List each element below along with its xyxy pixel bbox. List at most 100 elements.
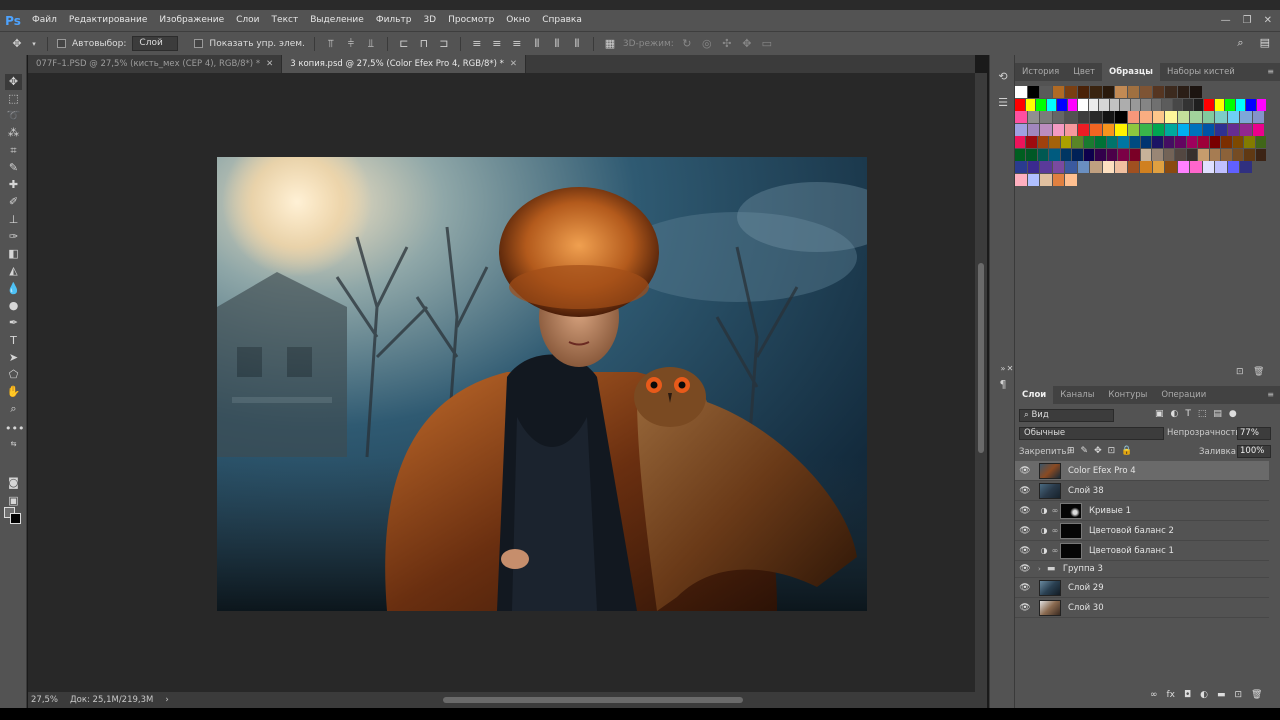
show-controls-checkbox[interactable] bbox=[194, 39, 204, 48]
filter-shape-icon[interactable]: ⬚ bbox=[1198, 409, 1207, 419]
move-tool-icon[interactable]: ✥ bbox=[10, 37, 24, 50]
add-mask-icon[interactable]: ◘ bbox=[1184, 690, 1191, 700]
color-swatch[interactable] bbox=[1027, 86, 1040, 98]
color-swatch[interactable] bbox=[1102, 161, 1115, 173]
new-group-icon[interactable]: ▬ bbox=[1217, 690, 1226, 700]
color-swatch[interactable] bbox=[1244, 136, 1256, 148]
color-swatch[interactable] bbox=[1027, 173, 1040, 186]
color-swatch[interactable] bbox=[1215, 111, 1228, 123]
color-swatch[interactable] bbox=[1177, 111, 1190, 123]
lock-artboard-icon[interactable]: ⊡ bbox=[1108, 446, 1116, 456]
autoselect-checkbox[interactable] bbox=[57, 39, 66, 48]
color-swatch[interactable] bbox=[1152, 161, 1165, 173]
color-swatch[interactable] bbox=[1090, 123, 1103, 136]
minimize-icon[interactable]: — bbox=[1221, 15, 1231, 26]
color-swatch[interactable] bbox=[1246, 98, 1257, 111]
color-swatch[interactable] bbox=[1015, 123, 1028, 136]
link-layers-icon[interactable]: ∞ bbox=[1150, 690, 1158, 700]
menu-3d[interactable]: 3D bbox=[417, 10, 442, 31]
color-swatch[interactable] bbox=[1052, 161, 1065, 173]
color-swatch[interactable] bbox=[1088, 98, 1099, 111]
color-swatch[interactable] bbox=[1127, 123, 1140, 136]
quick-mask-icon[interactable]: ◙ bbox=[5, 475, 22, 491]
auto-align-icon[interactable]: ▦ bbox=[603, 37, 617, 50]
close-icon[interactable]: ✕ bbox=[266, 59, 273, 69]
align-top-icon[interactable]: ⫪ bbox=[324, 37, 338, 51]
chevron-right-icon[interactable]: › bbox=[165, 695, 168, 705]
zoom-tool-icon[interactable]: ⌕ bbox=[5, 401, 22, 417]
tab-history[interactable]: История bbox=[1015, 63, 1066, 81]
paragraph-panel-icon[interactable]: ¶ bbox=[995, 377, 1011, 393]
distribute-left-icon[interactable]: ⦀ bbox=[530, 37, 544, 51]
color-swatch[interactable] bbox=[1186, 148, 1199, 161]
color-swatch[interactable] bbox=[1152, 136, 1164, 148]
color-swatch[interactable] bbox=[1162, 98, 1173, 111]
color-swatch[interactable] bbox=[1077, 161, 1090, 173]
color-swatch[interactable] bbox=[1190, 86, 1203, 98]
eye-icon[interactable]: 👁 bbox=[1015, 583, 1035, 593]
color-swatch[interactable] bbox=[1177, 123, 1190, 136]
color-swatch[interactable] bbox=[1065, 123, 1078, 136]
tab-channels[interactable]: Каналы bbox=[1053, 386, 1101, 404]
color-swatch[interactable] bbox=[1036, 98, 1047, 111]
layer-filter-dropdown[interactable]: ⌕ Вид bbox=[1019, 409, 1114, 422]
color-swatch[interactable] bbox=[1040, 86, 1053, 98]
close-icon[interactable]: ✕ bbox=[510, 59, 517, 69]
color-swatch[interactable] bbox=[1190, 111, 1203, 123]
color-swatch[interactable] bbox=[1120, 98, 1131, 111]
color-swatch[interactable] bbox=[1037, 148, 1050, 161]
color-swatch[interactable] bbox=[1163, 136, 1176, 148]
color-swatch[interactable] bbox=[1099, 98, 1110, 111]
new-adjustment-icon[interactable]: ◐ bbox=[1200, 690, 1208, 700]
menu-image[interactable]: Изображение bbox=[153, 10, 230, 31]
color-swatch[interactable] bbox=[1102, 111, 1115, 123]
color-swatch[interactable] bbox=[1190, 123, 1203, 136]
color-swatch[interactable] bbox=[1015, 148, 1027, 161]
color-swatch[interactable] bbox=[1186, 136, 1199, 148]
color-swatch[interactable] bbox=[1106, 148, 1119, 161]
background-color-swatch[interactable] bbox=[10, 513, 21, 524]
color-swatch[interactable] bbox=[1109, 98, 1120, 111]
scrollbar-thumb[interactable] bbox=[978, 263, 984, 453]
color-swatch[interactable] bbox=[1165, 111, 1178, 123]
color-swatch[interactable] bbox=[1209, 148, 1222, 161]
menu-layers[interactable]: Слои bbox=[230, 10, 265, 31]
align-left-icon[interactable]: ⊏ bbox=[397, 37, 411, 50]
color-swatch[interactable] bbox=[1115, 111, 1128, 123]
color-swatch[interactable] bbox=[1215, 161, 1228, 173]
color-swatch[interactable] bbox=[1015, 136, 1027, 148]
zoom-level[interactable]: 27,5% bbox=[31, 695, 58, 705]
screen-mode-icon[interactable]: ▣ bbox=[5, 493, 22, 509]
color-swatch[interactable] bbox=[1127, 161, 1140, 173]
color-swatch[interactable] bbox=[1077, 86, 1090, 98]
color-swatch[interactable] bbox=[1140, 136, 1153, 148]
color-swatch[interactable] bbox=[1065, 111, 1078, 123]
scrollbar-thumb[interactable] bbox=[443, 697, 743, 703]
color-swatch[interactable] bbox=[1165, 161, 1178, 173]
color-swatch[interactable] bbox=[1163, 148, 1176, 161]
color-swatch[interactable] bbox=[1165, 86, 1178, 98]
color-swatch[interactable] bbox=[1202, 111, 1215, 123]
eye-icon[interactable]: 👁 bbox=[1015, 466, 1035, 476]
menu-view[interactable]: Просмотр bbox=[442, 10, 500, 31]
color-swatch[interactable] bbox=[1221, 148, 1233, 161]
color-swatch[interactable] bbox=[1052, 173, 1065, 186]
menu-edit[interactable]: Редактирование bbox=[63, 10, 154, 31]
move-tool-icon[interactable]: ✥ bbox=[5, 74, 22, 90]
color-swatch[interactable] bbox=[1172, 98, 1183, 111]
color-swatch[interactable] bbox=[1140, 161, 1153, 173]
color-swatch[interactable] bbox=[1052, 123, 1065, 136]
color-swatch[interactable] bbox=[1244, 148, 1256, 161]
color-swatch[interactable] bbox=[1065, 86, 1078, 98]
color-swatch[interactable] bbox=[1040, 161, 1053, 173]
align-hcenter-icon[interactable]: ⊓ bbox=[417, 37, 431, 50]
link-icon[interactable]: ∞ bbox=[1050, 546, 1060, 555]
color-swatch[interactable] bbox=[1027, 123, 1040, 136]
color-swatch[interactable] bbox=[1130, 98, 1141, 111]
layer-row[interactable]: 👁 Color Efex Pro 4 bbox=[1015, 461, 1269, 481]
color-swatch[interactable] bbox=[1198, 148, 1210, 161]
distribute-top-icon[interactable]: ≡ bbox=[470, 37, 484, 50]
color-swatch[interactable] bbox=[1252, 123, 1265, 136]
color-swatch[interactable] bbox=[1129, 148, 1141, 161]
magic-wand-tool-icon[interactable]: ⁂ bbox=[5, 125, 22, 141]
